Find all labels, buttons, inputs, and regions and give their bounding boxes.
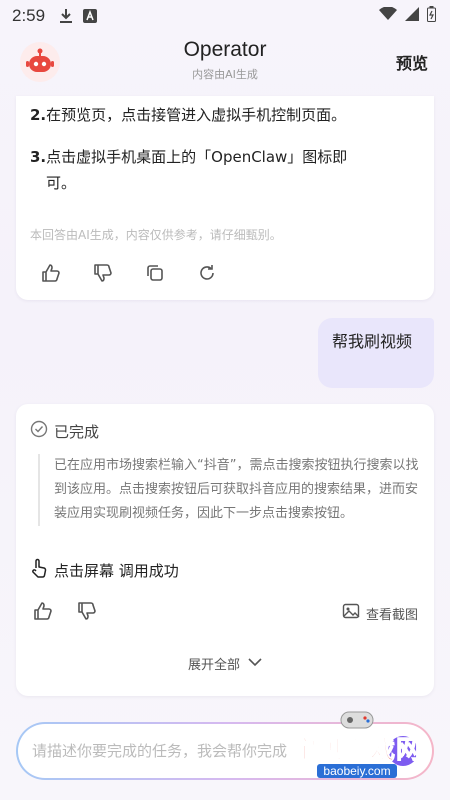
battery-icon — [427, 5, 436, 27]
app-header: Operator 内容由AI生成 预览 — [0, 32, 450, 102]
expand-all-label: 展开全部 — [187, 658, 240, 673]
view-screenshot-button[interactable]: 查看截图 — [342, 602, 418, 624]
reply-actions — [40, 262, 218, 284]
copy-icon[interactable] — [144, 262, 166, 284]
step-text-line2: 可。 — [46, 174, 77, 192]
expand-all-button[interactable]: 展开全部 — [16, 654, 434, 673]
image-icon — [342, 602, 360, 624]
instruction-step-2: 2.在预览页，点击接管进入虚拟手机控制页面。 — [30, 102, 346, 128]
app-notification-icon — [83, 9, 98, 23]
action-result: 点击屏幕 调用成功 — [30, 558, 179, 582]
task-execution-card: 已完成 已在应用市场搜索栏输入“抖音”，需点击搜索按钮执行搜索以找到该应用。点击… — [16, 404, 434, 696]
reasoning-text: 已在应用市场搜索栏输入“抖音”，需点击搜索按钮执行搜索以找到该应用。点击搜索按钮… — [38, 454, 424, 526]
status-label: 已完成 — [54, 422, 100, 441]
watermark-url: baobeiy.com — [317, 764, 397, 778]
assistant-reply-card: 2.在预览页，点击接管进入虚拟手机控制页面。 3.点击虚拟手机桌面上的「Open… — [16, 96, 434, 300]
gamepad-icon — [340, 711, 374, 729]
instruction-step-3: 3.点击虚拟手机桌面上的「OpenClaw」图标即 可。 — [30, 144, 347, 196]
step-number: 2. — [30, 106, 47, 124]
thumbs-down-icon[interactable] — [92, 262, 114, 284]
status-bar: 2:59 — [0, 0, 450, 32]
chevron-down-icon — [248, 656, 262, 671]
regenerate-icon[interactable] — [196, 262, 218, 284]
tap-hand-icon — [30, 558, 48, 582]
page-title: Operator — [183, 38, 267, 61]
task-status: 已完成 — [30, 420, 99, 442]
wifi-icon — [379, 5, 397, 26]
site-watermark: 宝贝游戏网 baobeiy.com — [282, 706, 432, 780]
thumbs-up-icon[interactable] — [32, 600, 54, 622]
preview-button[interactable]: 预览 — [396, 50, 428, 74]
ai-generated-note: 内容由AI生成 — [192, 68, 258, 81]
step-text: 在预览页，点击接管进入虚拟手机控制页面。 — [46, 106, 347, 124]
download-icon — [59, 8, 73, 24]
step-number: 3. — [30, 148, 47, 166]
task-feedback-actions — [32, 600, 98, 622]
action-label: 点击屏幕 调用成功 — [54, 561, 179, 580]
ai-disclaimer: 本回答由AI生成，内容仅供参考，请仔细甄别。 — [30, 228, 282, 242]
thumbs-down-icon[interactable] — [76, 600, 98, 622]
thumbs-up-icon[interactable] — [40, 262, 62, 284]
status-time: 2:59 — [12, 6, 46, 25]
view-screenshot-label: 查看截图 — [365, 607, 418, 623]
user-message-bubble: 帮我刷视频 — [318, 318, 434, 388]
signal-icon — [405, 6, 419, 26]
watermark-title: 宝贝游戏网 — [291, 735, 422, 765]
check-circle-icon — [30, 420, 48, 442]
step-text-line1: 点击虚拟手机桌面上的「OpenClaw」图标即 — [46, 148, 348, 166]
